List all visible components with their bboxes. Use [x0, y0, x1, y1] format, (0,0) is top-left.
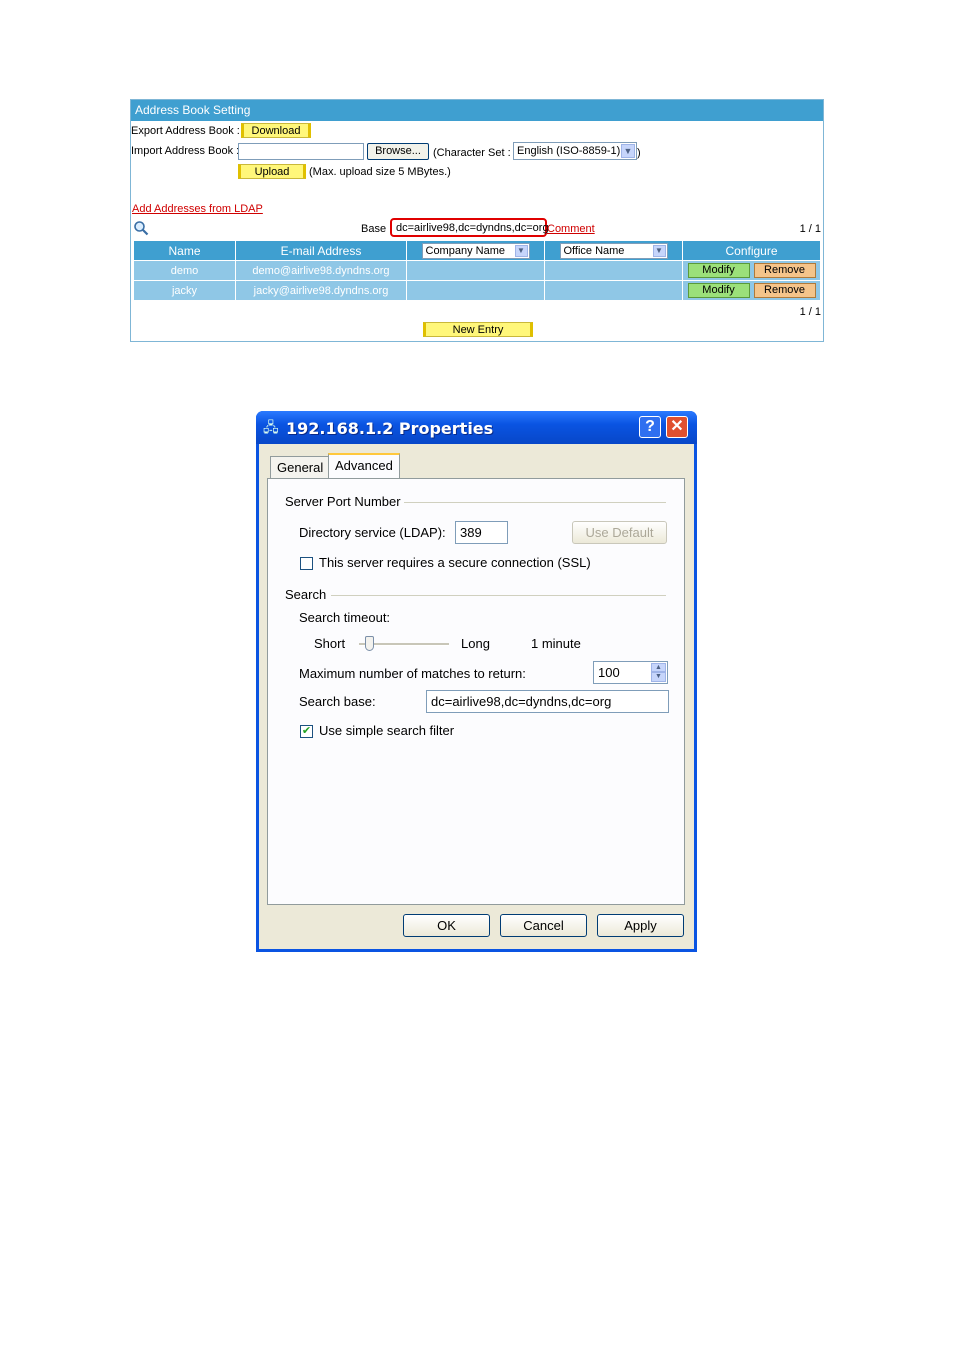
- search-base-input[interactable]: [426, 690, 669, 713]
- upload-note: (Max. upload size 5 MBytes.): [309, 166, 451, 178]
- group-divider: [404, 502, 666, 503]
- charset-prefix: (Character Set :: [433, 147, 511, 159]
- charset-select-value: English (ISO-8859-1): [517, 145, 621, 157]
- slider-short-label: Short: [314, 636, 346, 651]
- page-indicator-top: 1 / 1: [799, 223, 821, 235]
- search-base-label: Search base:: [299, 694, 376, 709]
- chevron-down-icon: ▼: [652, 244, 666, 257]
- chevron-down-icon: ▼: [621, 144, 635, 158]
- row-company: [407, 281, 544, 300]
- charset-suffix: ): [637, 147, 641, 159]
- dialog-titlebar[interactable]: 🖧 192.168.1.2 Properties ? ✕: [256, 411, 697, 444]
- remove-button[interactable]: Remove: [753, 263, 816, 278]
- slider-thumb[interactable]: [365, 636, 374, 651]
- dialog-body: General Advanced Server Port Number Dire…: [259, 444, 694, 949]
- tab-general[interactable]: General: [270, 456, 331, 478]
- page-indicator-bottom: 1 / 1: [799, 306, 821, 318]
- help-button[interactable]: ?: [639, 416, 661, 438]
- ssl-label: This server requires a secure connection…: [319, 555, 591, 570]
- spin-up-icon[interactable]: ▲: [651, 663, 666, 672]
- table-row: demo demo@airlive98.dyndns.org Modify Rem…: [134, 261, 820, 280]
- ssl-checkbox[interactable]: [300, 557, 313, 570]
- import-label: Import Address Book :: [131, 145, 240, 157]
- row-office: [545, 281, 682, 300]
- address-book-title: Address Book Setting: [131, 100, 823, 121]
- base-label: Base: [361, 223, 387, 235]
- download-button[interactable]: Download: [241, 123, 311, 138]
- address-book-panel: Address Book Setting Export Address Book…: [130, 99, 824, 342]
- browse-button[interactable]: Browse...: [367, 143, 429, 160]
- row-email: demo@airlive98.dyndns.org: [236, 261, 406, 280]
- use-default-button[interactable]: Use Default: [572, 521, 667, 544]
- add-from-ldap-link[interactable]: Add Addresses from LDAP: [132, 203, 263, 215]
- base-value: dc=airlive98,dc=dyndns,dc=org: [396, 222, 549, 234]
- office-name-select[interactable]: Office Name ▼: [559, 242, 668, 259]
- cancel-button[interactable]: Cancel: [500, 914, 587, 937]
- modify-button[interactable]: Modify: [687, 263, 750, 278]
- row-configure: Modify Remove: [683, 281, 820, 300]
- max-matches-spinner[interactable]: ▲ ▼: [593, 661, 668, 684]
- dialog-title: 192.168.1.2 Properties: [286, 419, 494, 438]
- max-matches-label: Maximum number of matches to return:: [299, 666, 526, 681]
- row-company: [407, 261, 544, 280]
- properties-dialog: 🖧 192.168.1.2 Properties ? ✕ General Adv…: [256, 411, 697, 952]
- server-port-group-label: Server Port Number: [285, 494, 401, 509]
- table-header: Name E-mail Address Company Name ▼ Offic…: [134, 241, 820, 260]
- company-name-select-value: Company Name: [425, 244, 505, 257]
- row-configure: Modify Remove: [683, 261, 820, 280]
- timeout-value: 1 minute: [531, 636, 581, 651]
- search-group-label: Search: [285, 587, 327, 602]
- col-email[interactable]: E-mail Address: [236, 241, 406, 260]
- search-timeout-slider[interactable]: [359, 635, 449, 653]
- row-name: jacky: [134, 281, 235, 300]
- network-server-icon: 🖧: [263, 419, 279, 435]
- office-name-select-value: Office Name: [563, 244, 625, 257]
- table-row: jacky jacky@airlive98.dyndns.org Modify R…: [134, 281, 820, 300]
- upload-button[interactable]: Upload: [238, 164, 306, 179]
- col-configure: Configure: [683, 241, 820, 260]
- simple-filter-label: Use simple search filter: [319, 723, 455, 738]
- ok-button[interactable]: OK: [403, 914, 490, 937]
- col-office: Office Name ▼: [545, 241, 682, 260]
- row-office: [545, 261, 682, 280]
- company-name-select[interactable]: Company Name ▼: [421, 242, 530, 259]
- apply-button[interactable]: Apply: [597, 914, 684, 937]
- charset-select[interactable]: English (ISO-8859-1) ▼: [513, 142, 637, 160]
- remove-button[interactable]: Remove: [753, 283, 816, 298]
- base-highlight: dc=airlive98,dc=dyndns,dc=org: [390, 218, 549, 237]
- search-timeout-label: Search timeout:: [299, 610, 391, 625]
- comment-link[interactable]: Comment: [547, 223, 595, 235]
- spin-down-icon[interactable]: ▼: [651, 672, 666, 682]
- address-table: Name E-mail Address Company Name ▼ Offic…: [133, 240, 821, 301]
- slider-long-label: Long: [461, 636, 490, 651]
- simple-filter-checkbox[interactable]: ✔: [300, 725, 313, 738]
- search-icon[interactable]: [133, 220, 149, 236]
- new-entry-button[interactable]: New Entry: [423, 322, 533, 337]
- row-name: demo: [134, 261, 235, 280]
- ldap-port-input[interactable]: [455, 521, 508, 544]
- col-company: Company Name ▼: [407, 241, 544, 260]
- ldap-port-label: Directory service (LDAP):: [299, 525, 446, 540]
- modify-button[interactable]: Modify: [687, 283, 750, 298]
- close-button[interactable]: ✕: [666, 416, 688, 438]
- export-label: Export Address Book :: [131, 125, 240, 137]
- group-divider: [331, 595, 666, 596]
- chevron-down-icon: ▼: [514, 244, 528, 257]
- advanced-tab-panel: Server Port Number Directory service (LD…: [267, 478, 685, 905]
- col-name[interactable]: Name: [134, 241, 235, 260]
- row-email: jacky@airlive98.dyndns.org: [236, 281, 406, 300]
- tab-advanced[interactable]: Advanced: [328, 453, 400, 478]
- import-file-input[interactable]: [238, 143, 364, 160]
